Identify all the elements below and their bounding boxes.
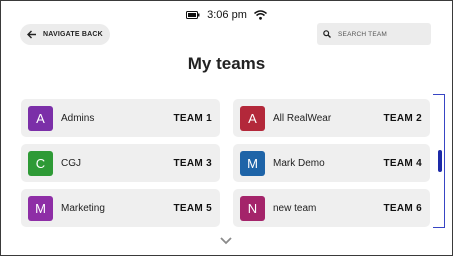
scrollbar-thumb[interactable] (438, 150, 442, 172)
team-avatar: A (28, 105, 53, 131)
team-number: TEAM 6 (383, 202, 422, 214)
team-number: TEAM 2 (383, 112, 422, 124)
team-name: All RealWear (273, 112, 332, 124)
status-time: 3:06 pm (207, 9, 247, 21)
chevron-down-icon[interactable] (219, 232, 233, 250)
teams-grid: A Admins TEAM 1 A All RealWear TEAM 2 C … (21, 99, 430, 227)
team-card-3[interactable]: C CGJ TEAM 3 (21, 144, 220, 182)
team-number: TEAM 1 (173, 112, 212, 124)
team-card-4[interactable]: M Mark Demo TEAM 4 (233, 144, 430, 182)
team-number: TEAM 5 (173, 202, 212, 214)
team-name: Marketing (61, 202, 105, 214)
team-card-1[interactable]: A Admins TEAM 1 (21, 99, 220, 137)
search-field[interactable] (317, 23, 431, 45)
team-avatar: M (28, 195, 53, 221)
team-avatar: A (240, 105, 265, 131)
search-input[interactable] (338, 30, 423, 38)
team-number: TEAM 4 (383, 157, 422, 169)
team-name: CGJ (61, 157, 81, 169)
team-card-5[interactable]: M Marketing TEAM 5 (21, 189, 220, 227)
navigate-back-label: NAVIGATE BACK (43, 31, 103, 38)
team-card-6[interactable]: N new team TEAM 6 (233, 189, 430, 227)
team-avatar: C (28, 150, 53, 176)
battery-icon (186, 11, 200, 19)
arrow-left-icon (27, 30, 37, 39)
search-icon (323, 25, 331, 43)
team-name: Admins (61, 112, 95, 124)
team-number: TEAM 3 (173, 157, 212, 169)
wifi-icon (253, 10, 267, 20)
team-name: Mark Demo (273, 157, 325, 169)
team-name: new team (273, 202, 317, 214)
status-bar: 3:06 pm (0, 8, 453, 22)
navigate-back-button[interactable]: NAVIGATE BACK (20, 24, 110, 45)
team-avatar: M (240, 150, 265, 176)
page-title: My teams (187, 54, 266, 73)
team-avatar: N (240, 195, 265, 221)
team-card-2[interactable]: A All RealWear TEAM 2 (233, 99, 430, 137)
